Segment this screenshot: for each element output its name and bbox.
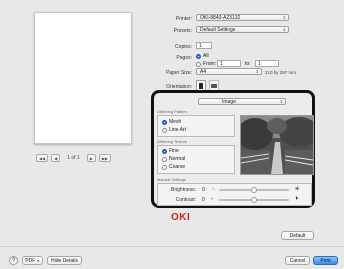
- contrast-knob[interactable]: [251, 197, 257, 203]
- dithering-pattern-title: Dithering Pattern: [157, 109, 188, 114]
- pdf-label: PDF: [25, 258, 36, 264]
- paper-size-select[interactable]: A4 ⇕: [196, 68, 262, 75]
- dithering-pattern-group: Mesh Line Art: [157, 115, 235, 137]
- printer-select[interactable]: OKI-8840-A23132 ⇕: [196, 14, 289, 21]
- image-settings-panel: Image ⇕ Dithering Pattern Mesh Line Art …: [151, 90, 315, 208]
- chevron-updown-icon: ⇕: [255, 69, 259, 74]
- normal-label: Normal: [169, 156, 186, 162]
- pages-to-label: to:: [245, 61, 251, 67]
- mesh-label: Mesh: [169, 119, 182, 125]
- chevron-updown-icon: ⇕: [279, 99, 283, 104]
- footer-divider: [0, 246, 344, 247]
- contrast-value: 0: [202, 197, 205, 203]
- contrast-low-icon: ◐: [211, 196, 215, 202]
- preview-navigation: ◀◀ ◀ 1 of 1 ▶ ▶▶: [36, 154, 111, 162]
- landscape-icon: [211, 84, 217, 88]
- portrait-icon: [199, 83, 203, 89]
- pages-label: Pages:: [176, 55, 192, 61]
- contrast-label: Contrast:: [175, 197, 196, 203]
- cancel-button[interactable]: Cancel: [285, 256, 310, 265]
- manual-settings-title: Manual Settings: [157, 177, 186, 182]
- texture-coarse-option[interactable]: Coarse: [162, 164, 185, 170]
- manual-settings-group: Brightness: 0 ☼ ☀ Contrast: 0 ◐ ◑: [157, 183, 312, 206]
- pages-from-label: From:: [203, 61, 217, 67]
- fine-label: Fine: [169, 148, 179, 154]
- help-icon: ?: [11, 258, 16, 264]
- contrast-high-icon: ◑: [294, 195, 299, 202]
- paper-size-value: A4: [200, 69, 207, 75]
- copies-field[interactable]: 1: [196, 42, 212, 49]
- coarse-radio[interactable]: [162, 164, 167, 170]
- fine-radio[interactable]: [162, 148, 167, 154]
- pages-range-option[interactable]: From:: [196, 61, 216, 67]
- printer-label: Printer:: [175, 16, 192, 22]
- texture-normal-option[interactable]: Normal: [162, 156, 185, 162]
- brightness-knob[interactable]: [251, 187, 257, 193]
- contrast-slider[interactable]: [219, 197, 289, 203]
- last-page-button[interactable]: ▶▶: [98, 154, 111, 162]
- lineart-radio[interactable]: [162, 127, 167, 133]
- dithering-texture-title: Dithering Texture: [157, 139, 188, 144]
- brightness-label: Brightness:: [170, 187, 196, 193]
- settings-pane-select[interactable]: Image ⇕: [198, 98, 286, 105]
- presets-value: Default Settings: [200, 27, 236, 33]
- lineart-label: Line Art: [169, 127, 186, 133]
- brightness-slider[interactable]: [219, 187, 289, 193]
- dithering-lineart-option[interactable]: Line Art: [162, 127, 186, 133]
- pages-from-field[interactable]: 1: [217, 60, 241, 67]
- previous-page-button[interactable]: ◀: [51, 154, 61, 162]
- pages-range-radio[interactable]: [196, 61, 201, 67]
- brightness-low-icon: ☼: [211, 186, 216, 192]
- dithering-preview-image: [240, 115, 314, 175]
- hide-details-button[interactable]: Hide Details: [47, 256, 82, 265]
- oki-logo: OKI: [171, 212, 191, 223]
- dithering-mesh-option[interactable]: Mesh: [162, 119, 181, 125]
- pages-all-option[interactable]: All: [196, 53, 209, 59]
- dithering-texture-group: Fine Normal Coarse: [157, 145, 235, 174]
- chevron-updown-icon: ⇕: [282, 27, 286, 32]
- chevron-down-icon: ▼: [36, 259, 40, 263]
- coarse-label: Coarse: [169, 164, 186, 170]
- pages-all-radio[interactable]: [196, 53, 201, 59]
- first-page-button[interactable]: ◀◀: [36, 154, 49, 162]
- paper-size-dimensions: 210 by 297 mm: [265, 70, 297, 75]
- print-preview-page: [34, 12, 132, 144]
- default-button[interactable]: Default: [281, 231, 314, 240]
- brightness-high-icon: ☀: [294, 186, 301, 193]
- road-photo-icon: [241, 116, 313, 174]
- chevron-updown-icon: ⇕: [282, 15, 286, 20]
- pdf-menu-button[interactable]: PDF ▼: [22, 256, 43, 265]
- help-button[interactable]: ?: [9, 256, 18, 265]
- normal-radio[interactable]: [162, 156, 167, 162]
- pages-all-label: All: [203, 53, 209, 59]
- print-button[interactable]: Print: [313, 256, 338, 265]
- brightness-value: 0: [202, 187, 205, 193]
- paper-size-label: Paper Size:: [166, 70, 192, 76]
- settings-pane-value: Image: [222, 99, 236, 105]
- copies-label: Copies:: [175, 44, 192, 50]
- presets-select[interactable]: Default Settings ⇕: [196, 26, 289, 33]
- pages-to-field[interactable]: 1: [255, 60, 279, 67]
- presets-label: Presets:: [173, 28, 192, 34]
- mesh-radio[interactable]: [162, 119, 167, 125]
- page-indicator: 1 of 1: [67, 155, 80, 161]
- next-page-button[interactable]: ▶: [86, 154, 96, 162]
- texture-fine-option[interactable]: Fine: [162, 148, 179, 154]
- printer-value: OKI-8840-A23132: [200, 15, 241, 21]
